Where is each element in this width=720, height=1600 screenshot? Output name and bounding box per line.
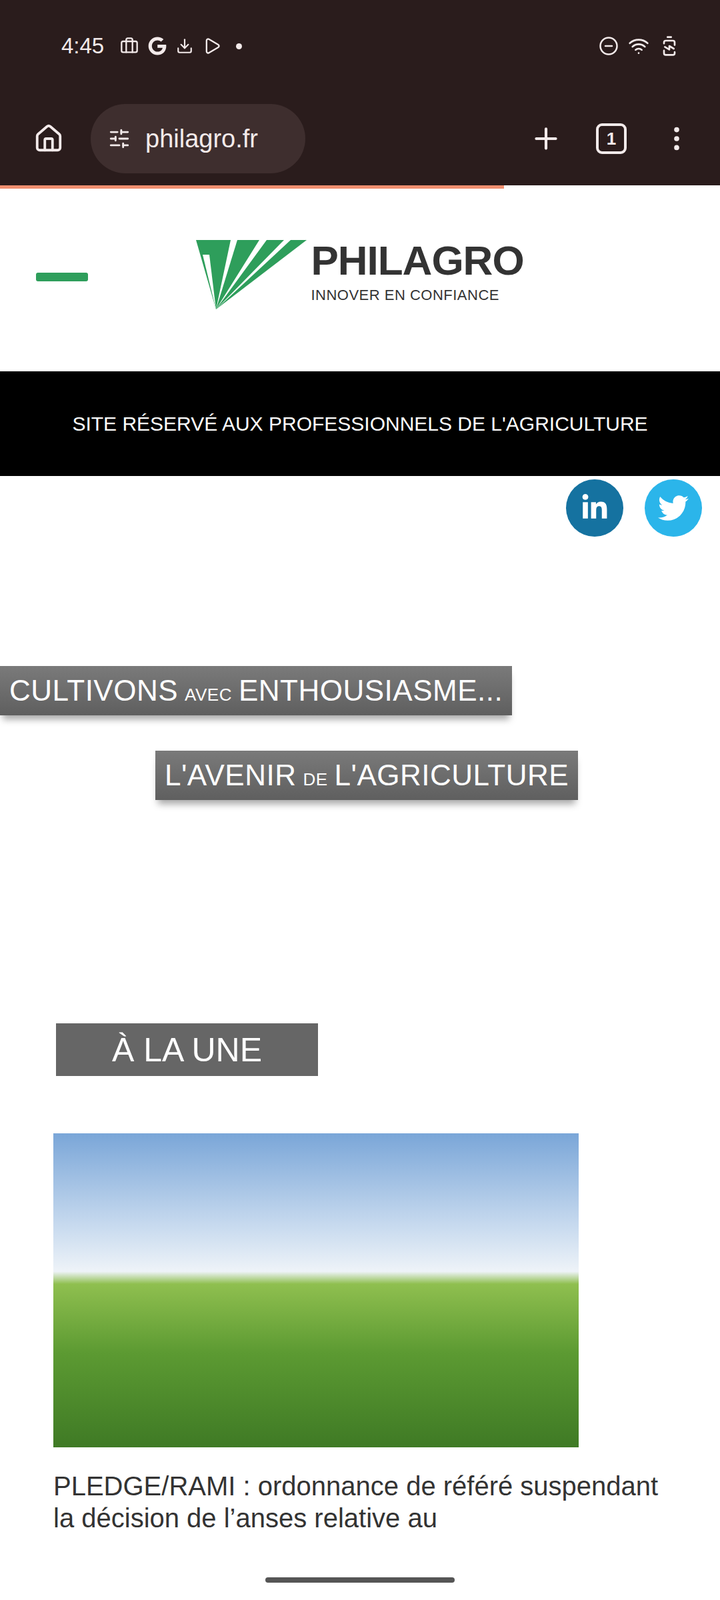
google-icon	[148, 36, 167, 56]
browser-toolbar: philagro.fr 1	[0, 92, 720, 186]
clock: 4:45	[61, 33, 104, 59]
linkedin-icon	[580, 494, 609, 522]
status-left: 4:45	[61, 33, 242, 59]
tabs-button[interactable]: 1	[588, 115, 635, 162]
logo-mark-icon	[196, 234, 307, 310]
slogan-line: CULTIVONS AVEC ENTHOUSIASME...	[0, 666, 512, 716]
social-button[interactable]	[644, 479, 702, 537]
social-button[interactable]	[566, 479, 624, 537]
plus-icon	[529, 122, 563, 156]
slogan-word: AVEC	[184, 684, 232, 706]
home-button[interactable]	[25, 115, 72, 162]
slogan: CULTIVONSAVECENTHOUSIASME...L'AVENIRDEL'…	[0, 666, 720, 800]
article-image[interactable]	[53, 1133, 579, 1448]
home-icon	[33, 123, 64, 154]
notice-banner: SITE RÉSERVÉ AUX PROFESSIONNELS DE L'AGR…	[0, 371, 720, 476]
new-tab-button[interactable]	[522, 115, 570, 162]
status-right	[598, 35, 680, 57]
menu-toggle[interactable]	[36, 272, 88, 282]
battery-icon	[658, 35, 680, 57]
slogan-word: CULTIVONS	[9, 674, 178, 708]
slogan-word: L'AGRICULTURE	[334, 758, 569, 792]
address-bar[interactable]: philagro.fr	[90, 104, 306, 174]
section-title: À LA UNE	[56, 1023, 318, 1076]
play-store-icon	[202, 36, 222, 56]
logo[interactable]: PHILAGRO INNOVER EN CONFIANCE	[196, 234, 524, 310]
work-icon	[120, 36, 139, 56]
menu-button[interactable]	[653, 115, 700, 162]
gesture-bar	[0, 1560, 720, 1600]
site-settings-icon[interactable]	[108, 127, 131, 150]
download-icon	[176, 37, 194, 55]
status-bar: 4:45	[0, 0, 720, 92]
web-page: PHILAGRO INNOVER EN CONFIANCE SITE RÉSERVÉ…	[0, 188, 720, 1560]
logo-name: PHILAGRO	[310, 240, 524, 282]
site-header: PHILAGRO INNOVER EN CONFIANCE	[0, 188, 720, 372]
slogan-word: L'AVENIR	[164, 758, 296, 792]
load-progress	[0, 185, 720, 189]
slogan-word: ENTHOUSIASME...	[238, 674, 503, 708]
article-headline[interactable]: PLEDGE/RAMI : ordonnance de référé suspe…	[53, 1470, 680, 1534]
twitter-icon	[658, 492, 689, 524]
screen: 4:45 philagro.fr 1 PHILAGRO INNOVER EN CONFI…	[0, 0, 720, 1600]
tab-count: 1	[596, 123, 627, 154]
logo-text: PHILAGRO INNOVER EN CONFIANCE	[310, 240, 524, 304]
url: philagro.fr	[145, 124, 258, 154]
slogan-line: L'AVENIR DE L'AGRICULTURE	[155, 750, 578, 800]
home-gesture-handle[interactable]	[265, 1577, 455, 1583]
logo-tagline: INNOVER EN CONFIANCE	[310, 286, 500, 304]
slogan-word: DE	[302, 769, 328, 790]
do-not-disturb-icon	[598, 36, 619, 56]
more-icon	[661, 123, 692, 154]
notification-dot	[236, 43, 242, 50]
wifi-icon	[628, 35, 650, 57]
social-links	[0, 476, 720, 537]
load-progress-fill	[0, 185, 504, 189]
